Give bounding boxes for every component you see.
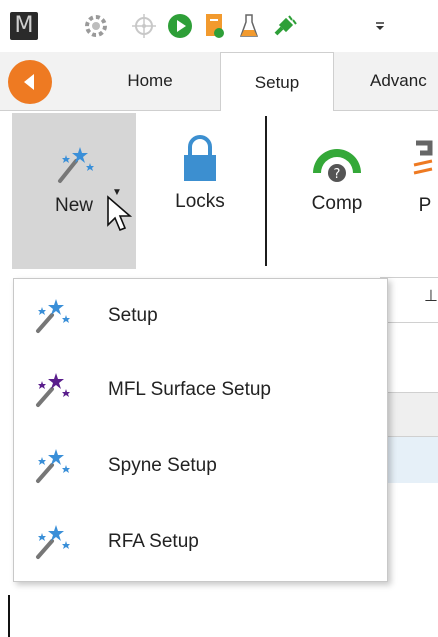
- tool-icon: [413, 140, 433, 175]
- magic-wand-icon: [36, 373, 70, 407]
- document-icon[interactable]: [198, 10, 230, 42]
- menu-item-label: RFA Setup: [108, 531, 199, 552]
- background-selected-row: [380, 436, 438, 483]
- tab-home[interactable]: Home: [95, 52, 205, 110]
- new-dropdown-menu: Setup MFL Surface Setup Spyne Setup RFA …: [13, 278, 388, 582]
- new-label: New: [54, 195, 93, 216]
- background-header-row: [380, 392, 438, 437]
- magic-wand-icon: [36, 525, 70, 559]
- tab-setup[interactable]: Setup: [220, 52, 334, 112]
- app-logo[interactable]: M: [10, 12, 38, 40]
- p-label: P: [418, 195, 432, 216]
- menu-item-label: MFL Surface Setup: [108, 379, 271, 400]
- svg-text:?: ?: [334, 167, 341, 182]
- left-edge-line: [8, 595, 10, 637]
- locks-button[interactable]: Locks: [150, 111, 250, 269]
- comp-button[interactable]: ? Comp: [287, 111, 387, 269]
- play-icon[interactable]: [164, 10, 196, 42]
- lock-icon: [184, 135, 216, 181]
- plug-icon[interactable]: [268, 10, 300, 42]
- ribbon-separator: [265, 116, 267, 266]
- pin-icon[interactable]: ⊥: [424, 286, 438, 306]
- comp-label: Comp: [311, 193, 363, 214]
- menu-item-rfa-setup[interactable]: RFA Setup: [14, 507, 387, 577]
- ribbon-panel: New ▼ Locks ? Comp P: [0, 111, 438, 271]
- tab-advanced[interactable]: Advanc: [340, 52, 438, 110]
- customize-arrow-icon[interactable]: [364, 10, 396, 42]
- menu-item-spyne-setup[interactable]: Spyne Setup: [14, 431, 387, 501]
- flask-icon[interactable]: [233, 10, 265, 42]
- magic-wand-icon: [36, 299, 70, 333]
- target-icon[interactable]: [128, 10, 160, 42]
- menu-item-label: Spyne Setup: [108, 455, 217, 476]
- mouse-cursor-icon: [107, 195, 132, 232]
- menu-item-mfl-surface-setup[interactable]: MFL Surface Setup: [14, 355, 387, 425]
- p-button[interactable]: P: [405, 111, 438, 269]
- back-arrow-icon: [24, 74, 34, 90]
- quick-access-toolbar: M: [0, 0, 438, 52]
- locks-label: Locks: [175, 191, 225, 212]
- background-row-divider: [380, 322, 438, 323]
- ribbon-tabs: Home Setup Advanc: [0, 52, 438, 112]
- settings-gear-icon[interactable]: [80, 10, 112, 42]
- menu-item-label: Setup: [108, 305, 158, 326]
- magic-wand-icon: [36, 449, 70, 483]
- menu-item-setup[interactable]: Setup: [14, 281, 387, 351]
- gauge-icon: ?: [313, 149, 361, 182]
- back-button[interactable]: [8, 60, 52, 104]
- magic-wand-icon: [58, 147, 94, 183]
